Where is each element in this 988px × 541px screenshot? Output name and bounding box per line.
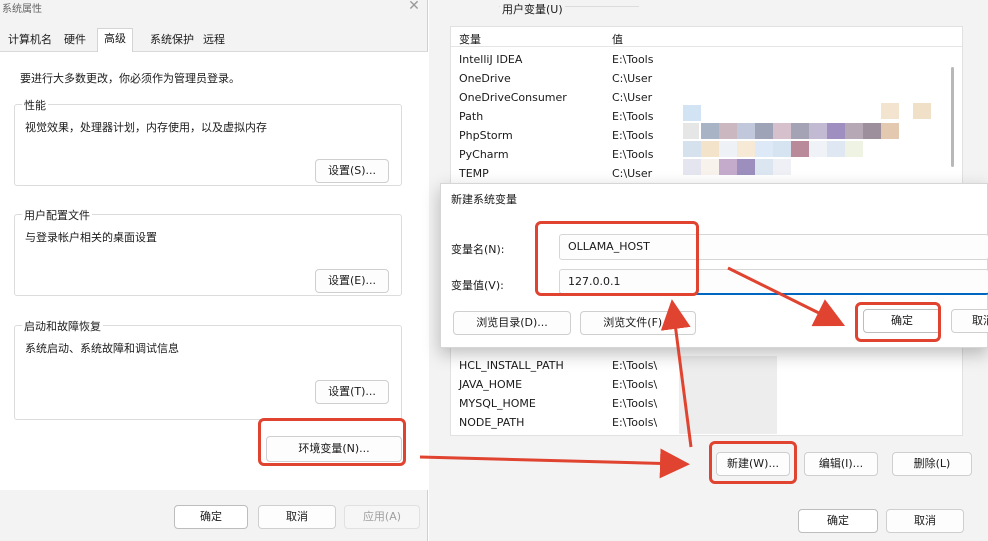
arrow-to-ok [727, 266, 846, 327]
arrow-to-fields [660, 299, 693, 448]
arrow-to-new-button [419, 448, 690, 479]
annotation-arrows [419, 266, 846, 479]
